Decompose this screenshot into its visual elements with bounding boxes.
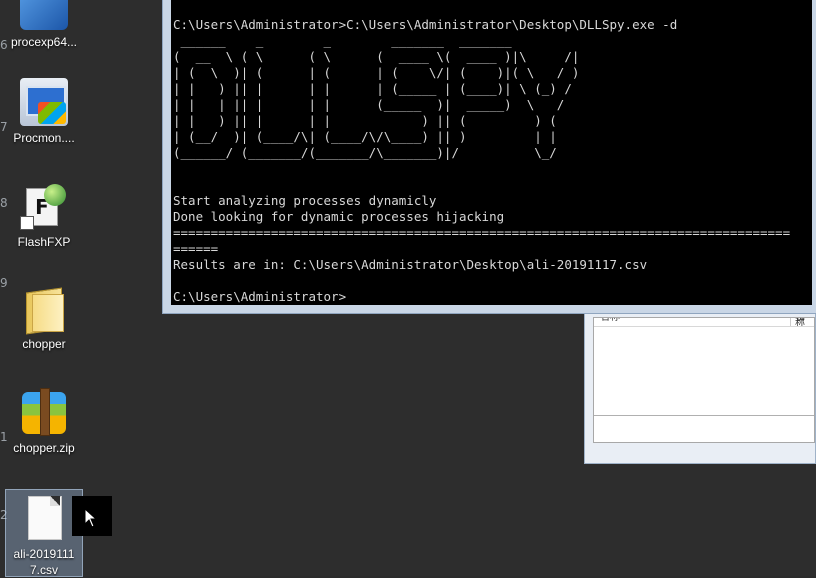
desktop-icon-label: chopper.zip [13, 441, 75, 455]
procmon-icon [20, 78, 68, 126]
console-line: C:\Users\Administrator>C:\Users\Administ… [173, 17, 678, 32]
console-line: ====== [173, 241, 219, 256]
desktop-icon-label: ali-2019111 7.csv [13, 547, 75, 577]
console-line: | ( \ )| ( | ( | ( \/| ( )|( \ / ) [173, 65, 580, 80]
console-line: Done looking for dynamic processes hijac… [173, 209, 505, 224]
console-line: (______/ (_______/(_______/\_______)|/ \… [173, 145, 557, 160]
background-window[interactable]: 名称 名称 [584, 312, 816, 464]
console-line: Results are in: C:\Users\Administrator\D… [173, 257, 648, 272]
desktop-icon-flashfxp[interactable]: F FlashFXP [4, 182, 84, 250]
console-line: ========================================… [173, 225, 791, 240]
console-line: | (__/ )| (____/\| (____/\/\____) || ) |… [173, 129, 557, 144]
desktop-icon-label: chopper [22, 337, 66, 351]
csv-file-icon [20, 494, 68, 542]
zip-archive-icon [20, 388, 68, 436]
process-explorer-icon [20, 0, 68, 30]
folder-icon [20, 284, 68, 332]
column-header-name[interactable]: 名称 [600, 318, 620, 323]
desktop-icon-ali-csv[interactable]: ali-2019111 7.csv [5, 489, 83, 577]
mouse-cursor [72, 496, 112, 536]
command-prompt-window[interactable]: C:\Users\Administrator>C:\Users\Administ… [162, 0, 816, 314]
desktop-icon-chopper-zip[interactable]: chopper.zip [4, 388, 84, 456]
console-line: ( __ \ ( \ ( \ ( ____ \( ____ )|\ /| [173, 49, 580, 64]
console-line: ______ _ _ _______ _______ [173, 33, 512, 48]
column-header-name-2[interactable]: 名称 [790, 318, 814, 326]
console-line: | | | || | | | (_____ )| _____) \ / [173, 97, 565, 112]
desktop-icon-procmon[interactable]: Procmon.... [4, 78, 84, 146]
console-line: Start analyzing processes dynamicly [173, 193, 437, 208]
horizontal-scrollbar-track[interactable] [594, 415, 814, 416]
console-line: | | ) || | | | ) || ( ) ( [173, 113, 557, 128]
pointer-arrow-icon [84, 508, 98, 528]
file-list-pane[interactable]: 名称 名称 [593, 317, 815, 443]
desktop-icon-label: Procmon.... [13, 131, 75, 145]
flashfxp-icon: F [20, 182, 68, 230]
console-line: | | ) || | | | | (_____ | (____)| \ (_) … [173, 81, 572, 96]
console-text: C:\Users\Administrator>C:\Users\Administ… [171, 0, 812, 305]
desktop-icon-label: FlashFXP [17, 235, 71, 249]
desktop-icon-chopper[interactable]: chopper [4, 284, 84, 352]
desktop-icon-label: procexp64... [10, 35, 78, 49]
console-line: C:\Users\Administrator> [173, 289, 347, 304]
column-header-row: 名称 名称 [594, 318, 814, 327]
desktop-icon-procexp64[interactable]: procexp64... [4, 0, 84, 50]
console-output[interactable]: C:\Users\Administrator>C:\Users\Administ… [171, 0, 812, 305]
